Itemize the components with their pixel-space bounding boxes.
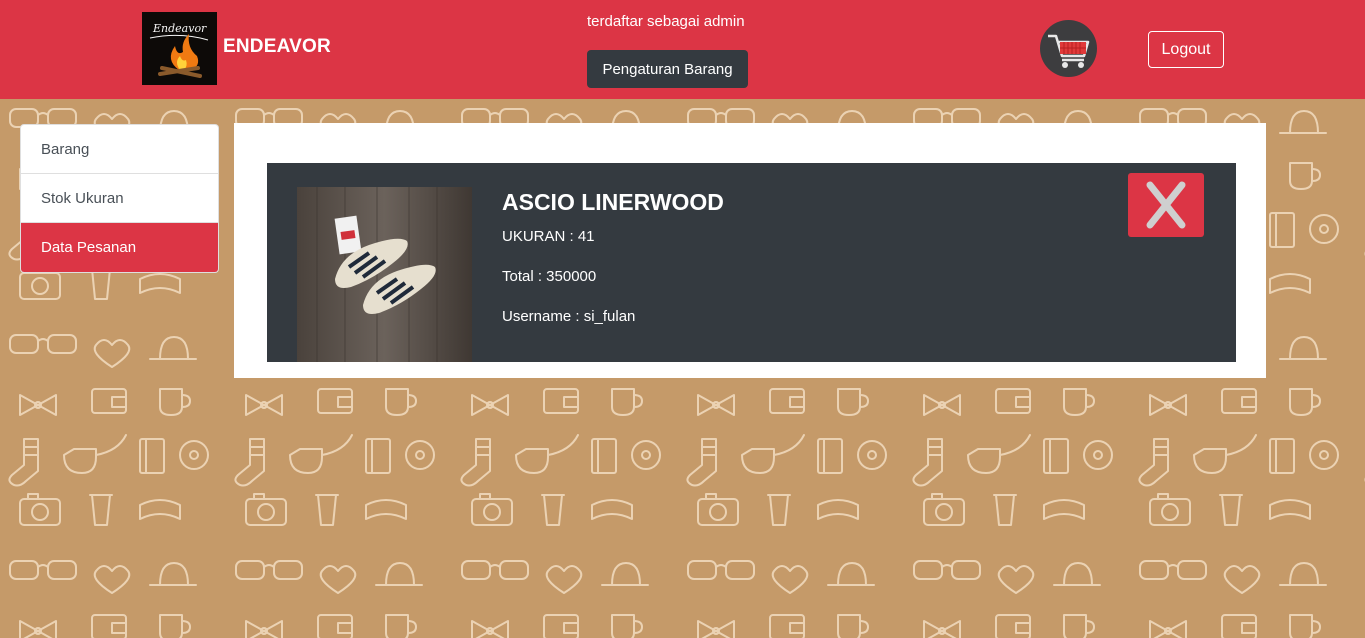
item-settings-button[interactable]: Pengaturan Barang [587,50,748,88]
sidebar-item-stok-ukuran[interactable]: Stok Ukuran [21,174,218,223]
product-name: ASCIO LINERWOOD [502,189,724,215]
delete-order-button[interactable] [1128,173,1204,237]
product-image [297,187,472,362]
order-card: ASCIO LINERWOOD UKURAN : 41 Total : 3500… [267,163,1236,362]
main-content-card: ASCIO LINERWOOD UKURAN : 41 Total : 3500… [234,123,1266,378]
close-icon [1146,181,1186,229]
order-size: UKURAN : 41 [502,228,595,245]
brand-name[interactable]: ENDEAVOR [223,36,331,58]
logout-button[interactable]: Logout [1148,31,1224,68]
sidebar-item-barang[interactable]: Barang [21,125,218,174]
shopping-cart-icon[interactable] [1040,20,1097,77]
sidebar-item-data-pesanan[interactable]: Data Pesanan [21,223,218,272]
order-total: Total : 350000 [502,268,597,285]
sidebar-menu: Barang Stok Ukuran Data Pesanan [20,124,219,273]
admin-status-text: terdaftar sebagai admin [587,13,745,30]
order-username: Username : si_fulan [502,308,636,325]
brand-logo[interactable]: Endeavor [142,12,217,85]
svg-text:Endeavor: Endeavor [152,22,207,35]
top-navbar: Endeavor ENDEAVOR terdaftar sebagai admi… [0,0,1365,99]
